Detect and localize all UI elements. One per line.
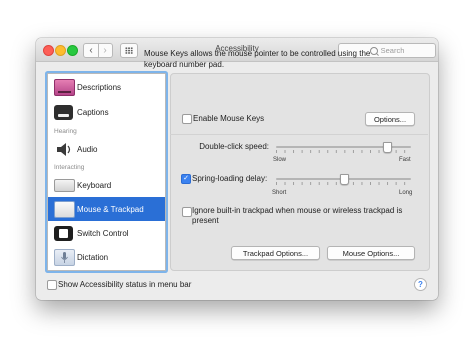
speaker-icon bbox=[54, 142, 73, 157]
settings-panel bbox=[170, 73, 430, 271]
descriptions-icon bbox=[54, 78, 75, 96]
sidebar-item-label: Switch Control bbox=[77, 228, 129, 238]
sidebar-item-dictation[interactable]: Dictation bbox=[48, 245, 165, 269]
slider-max-label: Fast bbox=[399, 157, 411, 163]
ignore-trackpad-label: Ignore built-in trackpad when mouse or w… bbox=[192, 206, 403, 225]
sidebar-item-label: Mouse & Trackpad bbox=[77, 204, 144, 214]
sidebar-item-switch-control[interactable]: Switch Control bbox=[48, 221, 165, 245]
trackpad-options-button[interactable]: Trackpad Options... bbox=[231, 246, 320, 260]
sidebar-item-label: Descriptions bbox=[77, 82, 122, 92]
trackpad-icon bbox=[54, 200, 75, 218]
sidebar-item-audio[interactable]: Audio bbox=[48, 137, 165, 161]
help-button[interactable]: ? bbox=[414, 278, 427, 291]
captions-icon bbox=[54, 104, 73, 120]
mouse-options-button[interactable]: Mouse Options... bbox=[327, 246, 415, 260]
show-status-checkbox[interactable] bbox=[47, 280, 57, 290]
double-click-speed-label: Double-click speed: bbox=[199, 142, 269, 151]
microphone-icon bbox=[54, 248, 75, 266]
mouse-keys-options-button[interactable]: Options... bbox=[365, 112, 415, 126]
section-header-interacting: Interacting bbox=[54, 164, 85, 171]
accessibility-window: ‹ › Accessibility Search Descriptions Ca… bbox=[36, 38, 438, 300]
enable-mouse-keys-label: Enable Mouse Keys bbox=[193, 114, 265, 123]
slider-min-label: Short bbox=[272, 190, 287, 196]
sidebar-item-captions[interactable]: Captions bbox=[48, 100, 165, 124]
sidebar-item-descriptions[interactable]: Descriptions bbox=[48, 75, 165, 99]
slider-min-label: Slow bbox=[273, 157, 287, 163]
keyboard-icon bbox=[54, 178, 75, 192]
enable-mouse-keys-checkbox[interactable] bbox=[182, 114, 192, 124]
search-placeholder: Search bbox=[380, 46, 405, 55]
sidebar-item-mouse-trackpad[interactable]: Mouse & Trackpad bbox=[48, 197, 165, 221]
sidebar-item-keyboard[interactable]: Keyboard bbox=[48, 173, 165, 197]
sidebar-item-label: Audio bbox=[77, 144, 98, 154]
show-status-label: Show Accessibility status in menu bar bbox=[58, 280, 192, 289]
sidebar-item-label: Dictation bbox=[77, 252, 109, 262]
category-sidebar: Descriptions Captions Hearing Audio Inte… bbox=[47, 73, 166, 271]
ignore-trackpad-checkbox[interactable] bbox=[182, 207, 192, 217]
switch-control-icon bbox=[54, 225, 73, 241]
double-click-speed-slider[interactable] bbox=[383, 142, 393, 153]
spring-loading-delay-slider[interactable] bbox=[340, 174, 349, 185]
mouse-keys-description: Mouse Keys allows the mouse pointer to b… bbox=[144, 49, 371, 69]
slider-max-label: Long bbox=[399, 190, 413, 196]
sidebar-item-label: Keyboard bbox=[77, 180, 112, 190]
divider bbox=[170, 134, 428, 135]
sidebar-item-label: Captions bbox=[77, 107, 109, 117]
spring-loading-checkbox[interactable]: ✓ bbox=[181, 174, 191, 184]
spring-loading-delay-label: Spring-loading delay: bbox=[192, 174, 268, 183]
section-header-hearing: Hearing bbox=[54, 128, 77, 135]
